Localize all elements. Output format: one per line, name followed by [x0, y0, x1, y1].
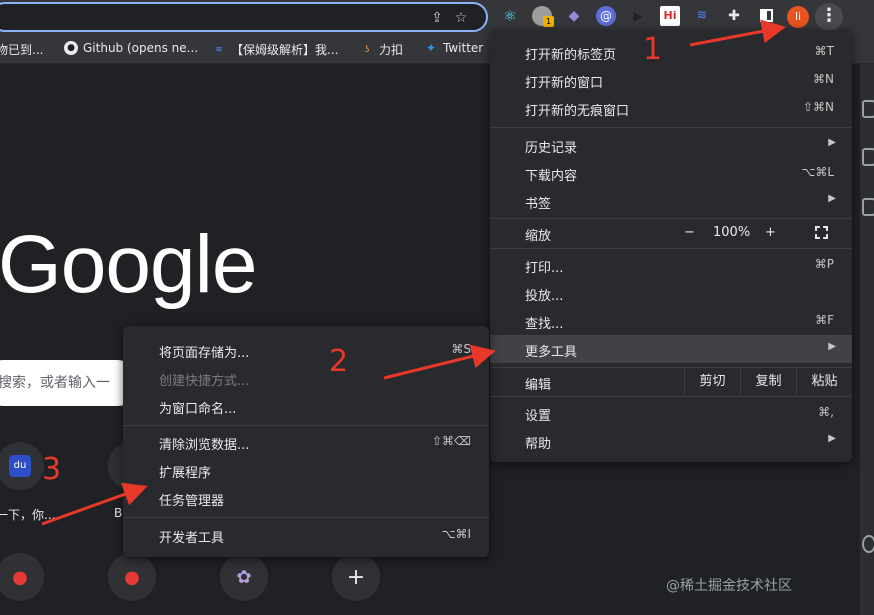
chrome-main-menu: 打开新的标签页 ⌘T 打开新的窗口 ⌘N 打开新的无痕窗口 ⇧⌘N 历史记录 ▶ 下载内…	[490, 30, 852, 462]
react-devtools-icon[interactable]: ⚛	[500, 6, 520, 26]
hi-extension-icon[interactable]: Hi	[660, 6, 680, 26]
bookmark-item-twitter[interactable]: ✦ Twitter	[424, 41, 483, 55]
menu-separator	[490, 127, 852, 128]
chevron-right-icon: ▶	[828, 137, 836, 148]
menu-item-bookmarks[interactable]: 书签 ▶	[490, 187, 852, 215]
chevron-right-icon: ▶	[828, 341, 836, 352]
shortcut-tile[interactable]: ●	[108, 553, 156, 601]
menu-item-incognito[interactable]: 打开新的无痕窗口 ⇧⌘N	[490, 94, 852, 122]
person-icon[interactable]	[862, 535, 874, 553]
more-menu-button[interactable]: ⋮	[815, 3, 843, 31]
submenu-item-extensions[interactable]: 扩展程序	[123, 456, 489, 484]
baidu-icon: du	[9, 455, 31, 477]
submenu-item-create-shortcut: 创建快捷方式...	[159, 374, 250, 389]
watermark: @稀土掘金技术社区	[666, 578, 792, 594]
cut-button[interactable]: 剪切	[684, 368, 740, 396]
star-icon[interactable]: ☆	[452, 9, 470, 27]
submenu-item-save-page[interactable]: 将页面存储为... ⌘S	[123, 336, 489, 364]
menu-item-zoom: 缩放	[525, 229, 552, 244]
at-extension-icon[interactable]: @	[596, 6, 616, 26]
menu-item-cast[interactable]: 投放...	[490, 279, 852, 307]
box-icon[interactable]	[862, 148, 874, 166]
puzzle-icon[interactable]: ✚	[724, 6, 744, 26]
extension-badge-icon[interactable]: 1	[532, 6, 554, 27]
browser-toolbar: ⇪ ☆ ⚛ 1 ◆ @ ▶ Hi ≋ ✚ li ⋮	[0, 0, 874, 34]
extension-badge-count: 1	[543, 16, 554, 27]
menu-separator	[490, 396, 852, 397]
more-tools-submenu: 将页面存储为... ⌘S 创建快捷方式... 为窗口命名... 清除浏览数据...…	[123, 326, 489, 557]
swan-icon: ●	[124, 566, 140, 588]
sidepanel-icon[interactable]	[756, 6, 776, 26]
search-input[interactable]: 搜索，或者输入一	[0, 360, 140, 406]
shortcut-label: B	[114, 506, 123, 520]
submenu-item-name-window[interactable]: 为窗口命名...	[123, 392, 489, 420]
add-shortcut-button[interactable]: +	[332, 553, 380, 601]
share-icon[interactable]: ⇪	[428, 9, 446, 27]
profile-avatar[interactable]: li	[787, 6, 809, 28]
bookmark-item-github[interactable]: ● Github (opens ne...	[64, 41, 198, 55]
menu-separator	[123, 425, 489, 426]
fullscreen-icon[interactable]	[815, 226, 828, 239]
copy-button[interactable]: 复制	[740, 368, 796, 396]
side-panel-strip	[860, 64, 874, 615]
annotation-number-3: 3	[42, 452, 62, 487]
zoom-in-button[interactable]: +	[765, 225, 776, 240]
menu-item-find[interactable]: 查找... ⌘F	[490, 307, 852, 335]
layers-extension-icon[interactable]: ≋	[692, 6, 712, 26]
leetcode-icon: ʖ	[364, 44, 370, 55]
submenu-item-dev-tools[interactable]: 开发者工具 ⌥⌘I	[123, 521, 489, 549]
play-extension-icon[interactable]: ▶	[628, 6, 648, 26]
plus-icon: +	[346, 564, 366, 590]
address-bar[interactable]: ⇪ ☆	[0, 2, 488, 32]
shortcut-label: 一下，你...	[0, 508, 56, 522]
menu-separator	[123, 517, 489, 518]
twitter-icon: ✦	[425, 41, 437, 55]
annotation-number-1: 1	[643, 32, 663, 67]
menu-item-settings[interactable]: 设置 ⌘,	[490, 399, 852, 427]
knot-icon: ✿	[236, 566, 252, 588]
shortcut-tile[interactable]: ✿	[220, 553, 268, 601]
bookmark-item-article[interactable]: ≋ 【保姆级解析】我...	[212, 41, 338, 58]
submenu-item-clear-data[interactable]: 清除浏览数据... ⇧⌘⌫	[123, 428, 489, 456]
menu-item-downloads[interactable]: 下载内容 ⌥⌘L	[490, 159, 852, 187]
reading-list-icon[interactable]	[862, 100, 874, 118]
github-icon: ●	[64, 41, 78, 55]
zoom-level: 100%	[713, 225, 751, 240]
zoom-out-button[interactable]: −	[684, 225, 695, 240]
annotation-number-2: 2	[329, 344, 349, 379]
menu-item-new-tab[interactable]: 打开新的标签页 ⌘T	[490, 38, 852, 66]
swan-icon: ●	[12, 566, 28, 588]
menu-item-more-tools[interactable]: 更多工具 ▶	[490, 335, 852, 363]
bookmark-item-leetcode[interactable]: ʖ 力扣	[360, 41, 403, 58]
fox-extension-icon[interactable]: ◆	[564, 6, 584, 26]
menu-item-print[interactable]: 打印... ⌘P	[490, 251, 852, 279]
google-logo: Google	[0, 219, 257, 310]
menu-item-history[interactable]: 历史记录 ▶	[490, 131, 852, 159]
menu-separator	[490, 248, 852, 249]
paste-button[interactable]: 粘贴	[796, 368, 852, 396]
menu-item-new-window[interactable]: 打开新的窗口 ⌘N	[490, 66, 852, 94]
menu-item-help[interactable]: 帮助 ▶	[490, 427, 852, 455]
cube-icon[interactable]	[862, 198, 874, 216]
layers-icon: ≋	[215, 44, 223, 55]
submenu-item-task-manager[interactable]: 任务管理器	[123, 484, 489, 512]
bookmark-item[interactable]: 物已到...	[0, 41, 43, 58]
chevron-right-icon: ▶	[828, 433, 836, 444]
chevron-right-icon: ▶	[828, 193, 836, 204]
